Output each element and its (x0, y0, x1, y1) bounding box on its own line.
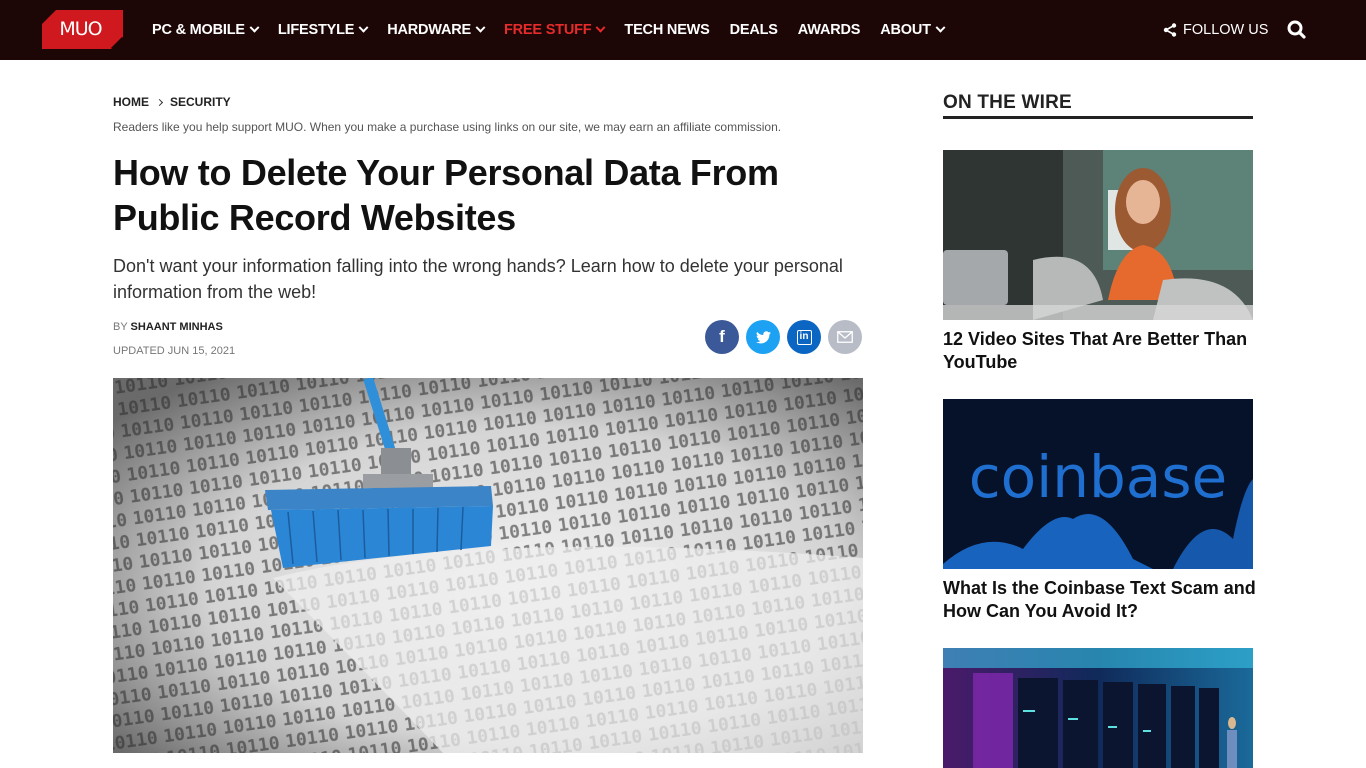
chevron-down-icon (249, 22, 260, 33)
share-linkedin-button[interactable]: in (787, 320, 821, 354)
share-email-button[interactable] (828, 320, 862, 354)
linkedin-icon: in (796, 329, 812, 345)
main-nav: PC & MOBILE LIFESTYLE HARDWARE FREE STUF… (152, 0, 964, 60)
coinbase-image: coinbase (943, 399, 1253, 569)
nav-label: LIFESTYLE (277, 22, 355, 38)
nav-lifestyle[interactable]: LIFESTYLE (277, 22, 369, 38)
nav-tech-news[interactable]: TECH NEWS (624, 22, 709, 38)
nav-label: DEALS (729, 22, 778, 38)
logo-text: MUO (59, 18, 102, 40)
share-buttons: f in (705, 320, 869, 354)
nav-free-stuff[interactable]: FREE STUFF (504, 22, 606, 38)
updated-date: UPDATED JUN 15, 2021 (113, 345, 236, 357)
facebook-icon: f (719, 327, 725, 346)
muo-logo[interactable]: MUO (42, 10, 123, 49)
top-navigation-bar: MUO PC & MOBILE LIFESTYLE HARDWARE FREE … (0, 0, 1366, 60)
woman-laptop-image (943, 150, 1253, 320)
share-twitter-button[interactable] (746, 320, 780, 354)
chevron-down-icon (935, 22, 946, 33)
follow-us-button[interactable]: FOLLOW US (1163, 0, 1268, 60)
nav-hardware[interactable]: HARDWARE (387, 22, 486, 38)
sidebar-card-image[interactable] (943, 150, 1253, 320)
follow-us-label: FOLLOW US (1183, 22, 1269, 38)
chevron-right-icon (155, 98, 164, 106)
nav-label: TECH NEWS (624, 22, 710, 38)
sidebar-heading: ON THE WIRE (943, 92, 1072, 113)
twitter-icon (755, 330, 771, 343)
coinbase-logo-text: coinbase (969, 443, 1228, 511)
chevron-down-icon (475, 22, 486, 33)
hero-image: 10110 (113, 378, 863, 753)
byline: BY SHAANT MINHAS (113, 321, 223, 333)
nav-deals[interactable]: DEALS (730, 22, 778, 38)
author-link[interactable]: SHAANT MINHAS (131, 321, 223, 333)
sidebar-card-title[interactable]: 12 Video Sites That Are Better Than YouT… (943, 328, 1263, 374)
sidebar-heading-rule (943, 116, 1253, 119)
nav-label: FREE STUFF (504, 22, 592, 38)
nav-label: HARDWARE (387, 22, 471, 38)
chevron-down-icon (595, 22, 606, 33)
server-room-image (943, 648, 1253, 768)
share-facebook-button[interactable]: f (705, 320, 739, 354)
breadcrumb-home[interactable]: HOME (113, 95, 149, 109)
search-icon (1287, 20, 1306, 39)
nav-label: PC & MOBILE (152, 22, 245, 38)
email-icon (837, 331, 853, 343)
nav-about[interactable]: ABOUT (880, 22, 946, 38)
affiliate-disclaimer: Readers like you help support MUO. When … (113, 120, 782, 134)
breadcrumb-security[interactable]: SECURITY (170, 95, 231, 109)
article-title: How to Delete Your Personal Data From Pu… (113, 152, 779, 238)
nav-awards[interactable]: AWARDS (797, 22, 861, 38)
nav-pc-mobile[interactable]: PC & MOBILE (152, 22, 260, 38)
search-button[interactable] (1285, 18, 1309, 42)
sidebar-card-image[interactable] (943, 648, 1253, 768)
article-subtitle: Don't want your information falling into… (113, 256, 843, 302)
nav-label: ABOUT (880, 22, 931, 38)
broom-binary-illustration: 10110 (113, 378, 863, 753)
nav-label: AWARDS (797, 22, 861, 38)
sidebar-card-title[interactable]: What Is the Coinbase Text Scam and How C… (943, 577, 1263, 623)
breadcrumb: HOME SECURITY (113, 95, 231, 109)
chevron-down-icon (358, 22, 369, 33)
share-icon (1163, 23, 1177, 37)
sidebar-card-image[interactable]: coinbase (943, 399, 1253, 569)
byline-prefix: BY (113, 321, 128, 333)
